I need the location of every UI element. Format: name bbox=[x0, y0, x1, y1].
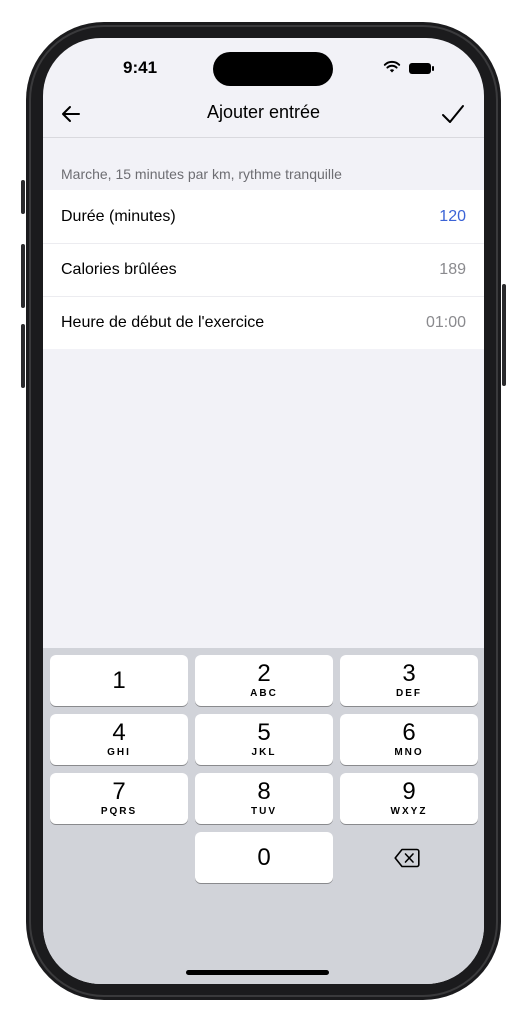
key-1[interactable]: 1 bbox=[50, 655, 188, 706]
key-6-letters: MNO bbox=[394, 747, 424, 758]
volume-down-button bbox=[21, 324, 25, 388]
home-indicator[interactable] bbox=[186, 970, 329, 975]
battery-icon bbox=[409, 63, 434, 74]
action-button bbox=[21, 180, 25, 214]
key-3-digit: 3 bbox=[402, 660, 416, 687]
key-6[interactable]: 6 MNO bbox=[340, 714, 478, 765]
status-bar: 9:41 bbox=[43, 38, 484, 98]
key-3[interactable]: 3 DEF bbox=[340, 655, 478, 706]
start-time-label: Heure de début de l'exercice bbox=[61, 313, 265, 331]
navigation-bar: Ajouter entrée bbox=[43, 98, 484, 138]
status-time: 9:41 bbox=[123, 58, 158, 77]
key-7-letters: PQRS bbox=[100, 806, 138, 817]
entry-form-list: Durée (minutes) 120 Calories brûlées 189… bbox=[43, 190, 484, 349]
key-9[interactable]: 9 WXYZ bbox=[340, 773, 478, 824]
calories-label: Calories brûlées bbox=[61, 260, 177, 278]
checkmark-icon[interactable] bbox=[440, 102, 466, 126]
numeric-keypad: 1 2 ABC 3 DEF 4 GHI 5 JKL 6 MNO 7 PQRS 8… bbox=[43, 648, 484, 984]
duration-label: Durée (minutes) bbox=[61, 207, 176, 225]
activity-description: Marche, 15 minutes par km, rythme tranqu… bbox=[61, 166, 342, 182]
key-5-digit: 5 bbox=[257, 719, 271, 746]
key-5[interactable]: 5 JKL bbox=[195, 714, 333, 765]
dynamic-island bbox=[213, 52, 333, 86]
duration-row[interactable]: Durée (minutes) 120 bbox=[43, 190, 484, 243]
key-7[interactable]: 7 PQRS bbox=[50, 773, 188, 824]
key-1-digit: 1 bbox=[112, 666, 126, 694]
key-3-letters: DEF bbox=[396, 688, 422, 699]
key-0-digit: 0 bbox=[257, 843, 271, 871]
duration-value[interactable]: 120 bbox=[439, 208, 466, 226]
page-title: Ajouter entrée bbox=[206, 102, 321, 122]
start-time-value[interactable]: 01:00 bbox=[426, 314, 466, 332]
key-9-digit: 9 bbox=[402, 778, 416, 805]
key-4[interactable]: 4 GHI bbox=[50, 714, 188, 765]
power-button bbox=[502, 284, 506, 386]
key-4-digit: 4 bbox=[112, 719, 126, 746]
key-8-digit: 8 bbox=[257, 778, 271, 805]
key-5-letters: JKL bbox=[251, 747, 277, 758]
calories-value[interactable]: 189 bbox=[439, 261, 466, 279]
key-8[interactable]: 8 TUV bbox=[195, 773, 333, 824]
key-7-digit: 7 bbox=[112, 778, 126, 805]
delete-backspace-icon[interactable] bbox=[394, 848, 420, 868]
calories-row[interactable]: Calories brûlées 189 bbox=[43, 243, 484, 296]
key-4-letters: GHI bbox=[107, 747, 131, 758]
app-screen: 9:41 Ajouter entrée Marche, 15 minutes p… bbox=[43, 38, 484, 984]
wifi-icon bbox=[383, 60, 401, 73]
key-2-digit: 2 bbox=[257, 660, 271, 687]
key-0[interactable]: 0 bbox=[195, 832, 333, 883]
start-time-row[interactable]: Heure de début de l'exercice 01:00 bbox=[43, 296, 484, 349]
key-2-letters: ABC bbox=[250, 688, 278, 699]
key-8-letters: TUV bbox=[251, 806, 277, 817]
key-6-digit: 6 bbox=[402, 719, 416, 746]
key-9-letters: WXYZ bbox=[390, 806, 428, 817]
volume-up-button bbox=[21, 244, 25, 308]
key-2[interactable]: 2 ABC bbox=[195, 655, 333, 706]
